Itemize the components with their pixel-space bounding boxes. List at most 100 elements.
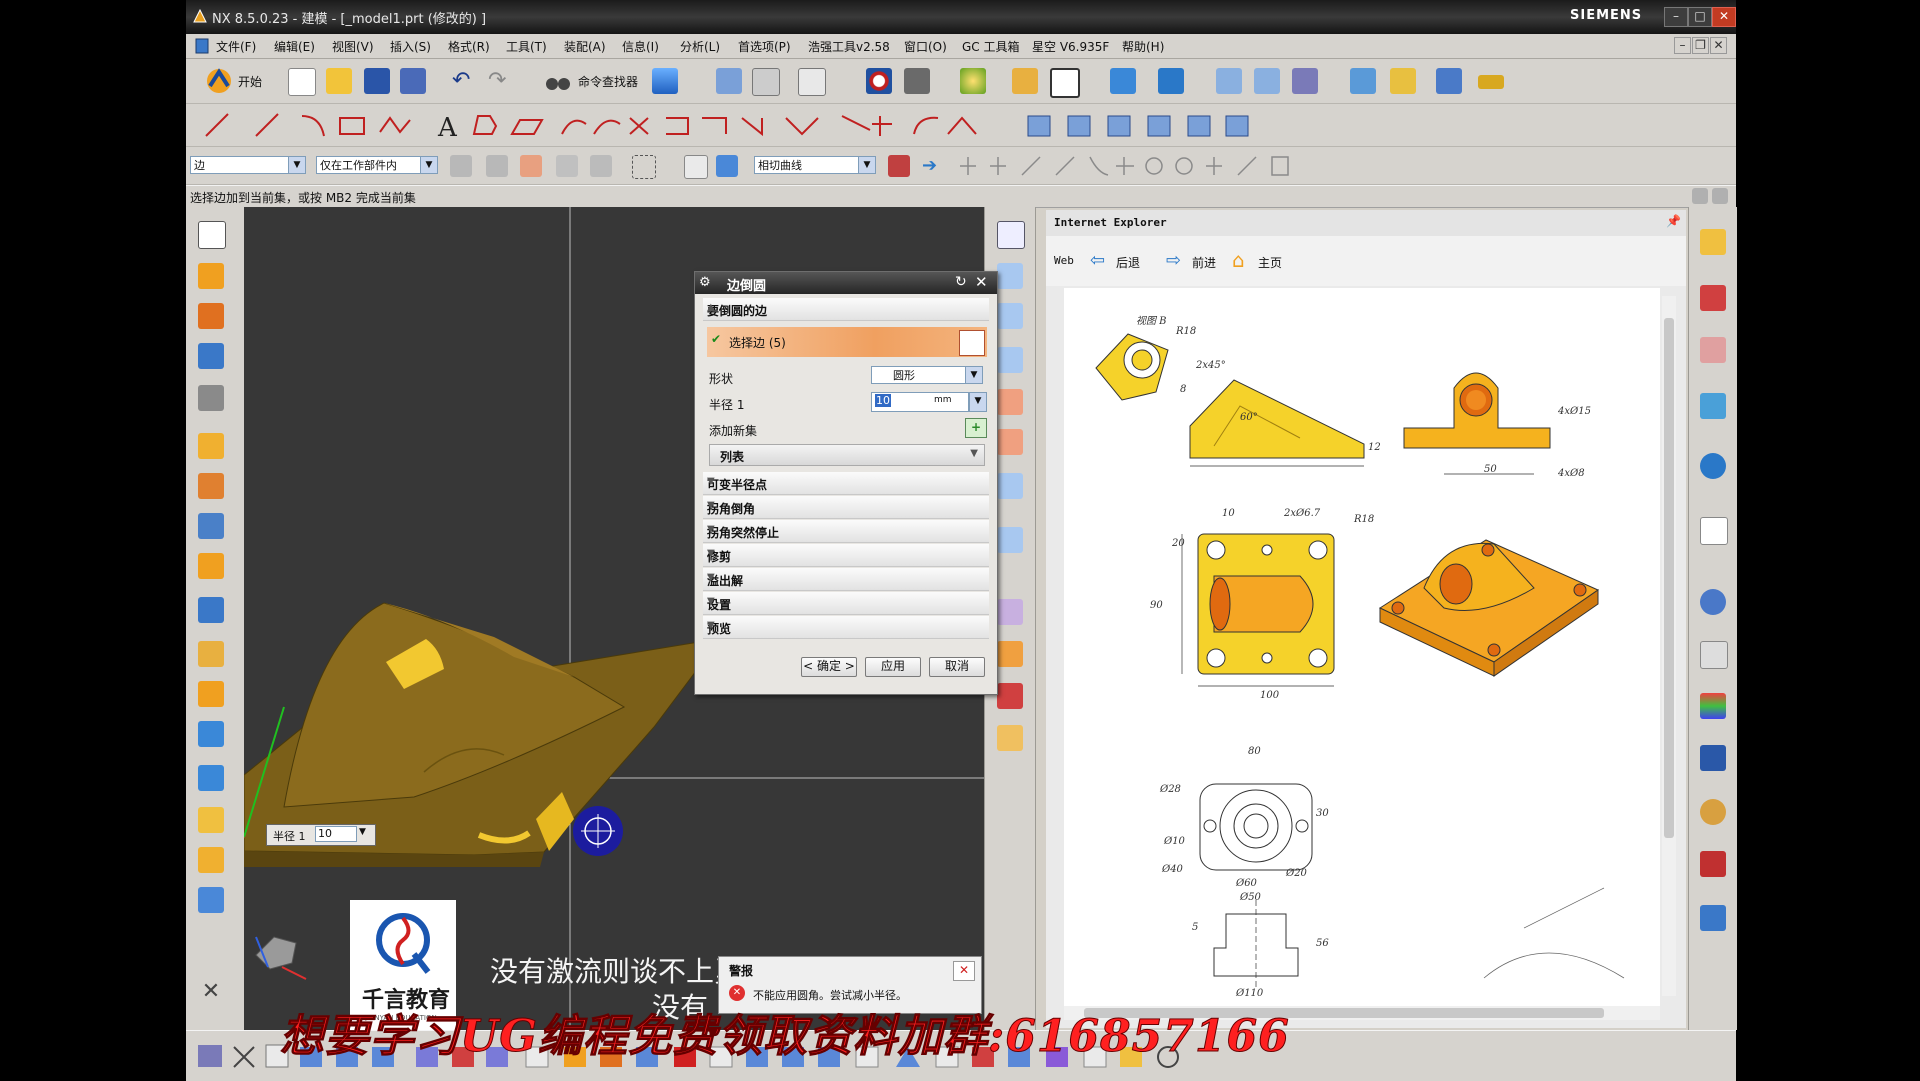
back-arrow-icon[interactable]: ⇦ (1090, 250, 1105, 271)
radius-options-arrow-icon[interactable]: ▼ (969, 392, 987, 412)
cube-solid-icon[interactable] (716, 155, 738, 177)
block-icon[interactable] (198, 343, 224, 369)
arrow-right-icon[interactable]: ➔ (922, 155, 944, 177)
menu-preferences[interactable]: 首选项(P) (738, 38, 791, 55)
delete-face-icon[interactable] (997, 683, 1023, 709)
process-studio-icon[interactable] (1700, 693, 1726, 719)
menu-format[interactable]: 格式(R) (448, 38, 490, 55)
menu-assembly[interactable]: 装配(A) (564, 38, 606, 55)
type-filter-select[interactable]: 边 ▼ (190, 156, 306, 174)
new-file-icon[interactable] (288, 68, 316, 96)
boss-icon[interactable] (198, 433, 224, 459)
patch-icon[interactable] (997, 527, 1023, 553)
draft-icon[interactable] (198, 765, 224, 791)
assembly-navigator-icon[interactable] (1700, 229, 1726, 255)
forward-arrow-icon[interactable]: ⇨ (1166, 250, 1181, 271)
thread-icon[interactable] (198, 385, 224, 411)
pocket-icon[interactable] (198, 473, 224, 499)
wcs-icon[interactable] (1110, 68, 1136, 94)
plane-icon[interactable] (997, 221, 1025, 249)
open-folder-icon[interactable] (326, 68, 352, 94)
combine-icon[interactable] (198, 597, 224, 623)
add-set-plus-icon[interactable]: + (965, 418, 987, 438)
system-materials-icon[interactable] (1700, 641, 1728, 669)
sync-offset-icon[interactable] (997, 641, 1023, 667)
apply-button[interactable]: 应用 (865, 657, 921, 677)
close-icon[interactable]: ✕ (975, 273, 988, 291)
grid-icon[interactable] (1254, 68, 1280, 94)
menu-insert[interactable]: 插入(S) (390, 38, 431, 55)
orient-icon[interactable] (1012, 68, 1038, 94)
reuse-library-icon[interactable] (1700, 393, 1726, 419)
layer-icon[interactable] (752, 68, 780, 96)
shell-icon[interactable] (198, 641, 224, 667)
render-sphere-icon[interactable] (960, 68, 986, 94)
menu-help[interactable]: 帮助(H) (1122, 38, 1164, 55)
pattern-icon[interactable] (198, 553, 224, 579)
sync-move-icon[interactable] (997, 599, 1023, 625)
sew-icon[interactable] (997, 429, 1023, 455)
edge-select-cube-icon[interactable] (959, 330, 985, 356)
vertical-scrollbar[interactable] (1662, 296, 1676, 996)
system-scene-icon[interactable] (1700, 851, 1726, 877)
sketch-curve-icons[interactable]: A (202, 110, 1262, 140)
close-button[interactable]: ✕ (1712, 7, 1736, 27)
pin-icon[interactable]: 📌 (1666, 214, 1681, 228)
web-menu[interactable]: Web (1054, 254, 1074, 267)
replace-face-icon[interactable] (198, 887, 224, 913)
select-all-icon[interactable] (486, 155, 508, 177)
cancel-button[interactable]: 取消 (929, 657, 985, 677)
status-icon-2[interactable] (1712, 188, 1728, 204)
cube-outline-icon[interactable] (684, 155, 708, 179)
constraint-navigator-icon[interactable] (1700, 285, 1726, 311)
home-icon[interactable]: ⌂ (1232, 248, 1245, 272)
radius-input[interactable]: 10 mm (871, 392, 969, 412)
forward-label[interactable]: 前进 (1192, 254, 1216, 271)
dimension-icon[interactable] (1436, 68, 1462, 94)
follow-fillet-icon[interactable] (888, 155, 910, 177)
save-icon[interactable] (364, 68, 390, 94)
surface-mesh-icon[interactable] (997, 263, 1023, 289)
snap-point-icon[interactable] (520, 155, 542, 177)
rectangle-select-icon[interactable] (632, 155, 656, 179)
part-navigator-icon[interactable] (1700, 337, 1726, 363)
table-icon[interactable] (1216, 68, 1242, 94)
surface-grid-icon[interactable] (997, 303, 1023, 329)
pick-icon[interactable] (556, 155, 578, 177)
selection-scope-select[interactable]: 仅在工作部件内 ▼ (316, 156, 438, 174)
doc-minimize-button[interactable]: – (1674, 37, 1691, 54)
filter-icon[interactable] (450, 155, 472, 177)
offset-face-icon[interactable] (198, 847, 224, 873)
history-icon[interactable] (1700, 589, 1726, 615)
menu-info[interactable]: 信息(I) (622, 38, 659, 55)
section-overflow[interactable]: 溢出解 ▼ (703, 568, 989, 591)
web-browser-icon[interactable] (1700, 517, 1728, 545)
studio-surface-icon[interactable] (997, 347, 1023, 373)
binoculars-icon[interactable] (544, 68, 572, 94)
background-icon[interactable] (1050, 68, 1080, 98)
trim-sheet-icon[interactable] (997, 389, 1023, 415)
csys-icon[interactable] (1158, 68, 1184, 94)
menu-edit[interactable]: 编辑(E) (274, 38, 315, 55)
palette-icon[interactable] (1700, 905, 1726, 931)
doc-restore-button[interactable]: ❐ (1692, 37, 1709, 54)
stepper-arrow-icon[interactable]: ▼ (359, 827, 366, 837)
doc-close-button[interactable]: ✕ (1710, 37, 1727, 54)
thicken-icon[interactable] (997, 473, 1023, 499)
back-label[interactable]: 后退 (1116, 254, 1140, 271)
section-stop-short[interactable]: 拐角突然停止 ▼ (703, 520, 989, 543)
menu-xingkong[interactable]: 星空 V6.935F (1032, 38, 1109, 55)
edge-blend-icon[interactable] (198, 681, 224, 707)
tools-icon[interactable] (1390, 68, 1416, 94)
section-preview[interactable]: 预览 ▼ (703, 616, 989, 639)
section-settings[interactable]: 设置 ▼ (703, 592, 989, 615)
analysis-icon[interactable] (1350, 68, 1376, 94)
select-edge-row[interactable]: ✔ 选择边 (5) (707, 327, 987, 357)
list-section-header[interactable]: 列表 ▼ (709, 444, 985, 466)
snap-icon[interactable] (798, 68, 826, 96)
menu-tools[interactable]: 工具(T) (506, 38, 547, 55)
shading-icon[interactable] (904, 68, 930, 94)
undo-icon[interactable]: ↶ (452, 70, 478, 97)
reset-icon[interactable]: ↻ (955, 274, 967, 290)
maximize-button[interactable]: □ (1688, 7, 1712, 27)
